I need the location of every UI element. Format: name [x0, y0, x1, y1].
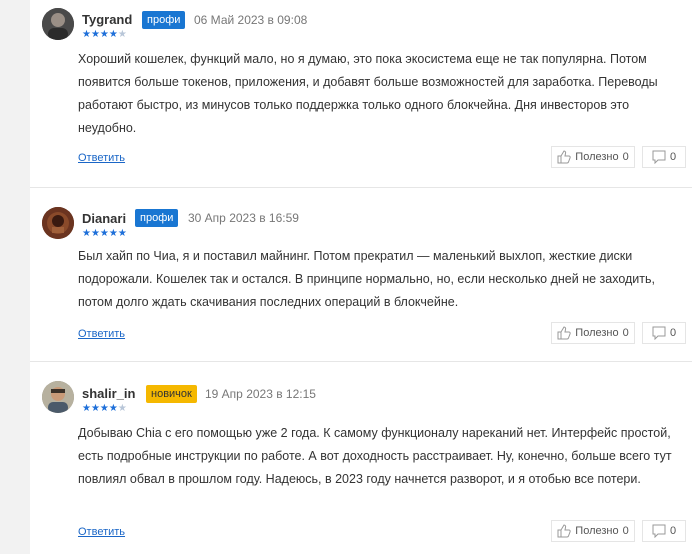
divider	[30, 361, 692, 362]
review-date: 30 Апр 2023 в 16:59	[188, 211, 299, 225]
status-badge: профи	[135, 209, 179, 227]
review-text: Хороший кошелек, функций мало, но я дума…	[78, 52, 658, 135]
comments-count: 0	[669, 525, 677, 537]
rating-stars: ★★★★★	[82, 228, 127, 239]
comment-icon	[652, 326, 666, 340]
comments-count: 0	[669, 151, 677, 163]
comments-button[interactable]: 0	[642, 520, 686, 542]
review-date: 19 Апр 2023 в 12:15	[205, 387, 316, 401]
useful-button[interactable]: Полезно 0	[551, 146, 635, 168]
useful-label: Полезно	[575, 151, 619, 163]
rating-stars: ★★★★★	[82, 403, 127, 414]
reply-link[interactable]: Ответить	[78, 152, 125, 164]
comments-count: 0	[669, 327, 677, 339]
author-name[interactable]: Dianari	[82, 211, 126, 226]
comments-button[interactable]: 0	[642, 146, 686, 168]
status-badge: новичок	[146, 385, 197, 403]
useful-label: Полезно	[575, 327, 619, 339]
useful-label: Полезно	[575, 525, 619, 537]
reviews-list: Tygrand профи 06 Май 2023 в 09:08 ★★★★★ …	[30, 0, 692, 554]
comments-button[interactable]: 0	[642, 322, 686, 344]
divider	[30, 187, 692, 188]
thumbs-up-icon	[557, 150, 571, 164]
useful-count: 0	[622, 151, 629, 163]
status-badge: профи	[142, 11, 186, 29]
reply-link[interactable]: Ответить	[78, 526, 125, 538]
useful-button[interactable]: Полезно 0	[551, 520, 635, 542]
thumbs-up-icon	[557, 524, 571, 538]
thumbs-up-icon	[557, 326, 571, 340]
avatar[interactable]	[42, 381, 74, 413]
author-name[interactable]: shalir_in	[82, 386, 135, 401]
review-text: Был хайп по Чиа, я и поставил майнинг. П…	[78, 249, 655, 309]
avatar[interactable]	[42, 8, 74, 40]
author-name[interactable]: Tygrand	[82, 12, 132, 27]
review-date: 06 Май 2023 в 09:08	[194, 13, 308, 27]
avatar[interactable]	[42, 207, 74, 239]
review-text: Добываю Chia с его помощью уже 2 года. К…	[78, 426, 672, 486]
comment-icon	[652, 150, 666, 164]
useful-button[interactable]: Полезно 0	[551, 322, 635, 344]
rating-stars: ★★★★★	[82, 29, 127, 40]
useful-count: 0	[622, 327, 629, 339]
useful-count: 0	[622, 525, 629, 537]
comment-icon	[652, 524, 666, 538]
reply-link[interactable]: Ответить	[78, 328, 125, 340]
